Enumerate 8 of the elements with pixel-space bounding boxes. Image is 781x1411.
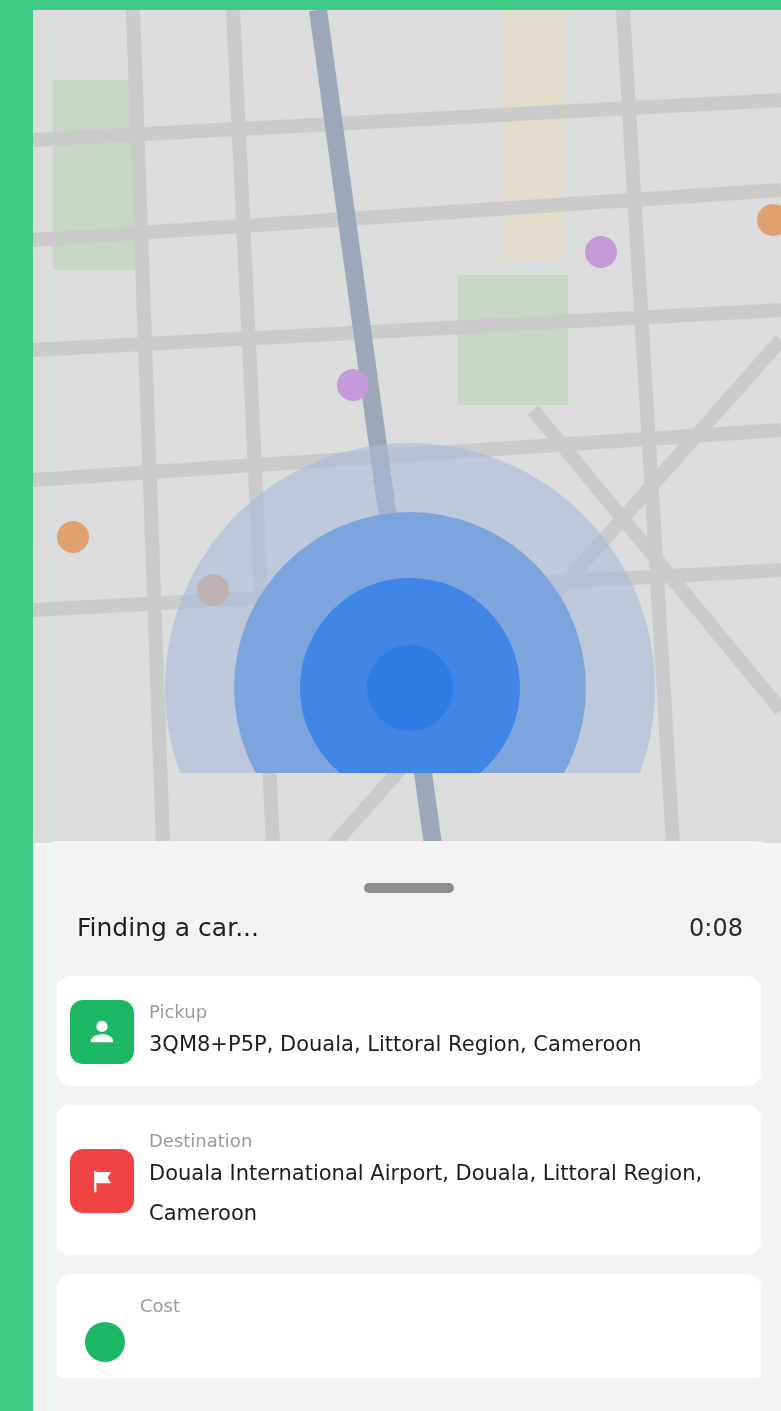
- location-label: Pickup: [149, 1000, 209, 1024]
- location-address: Douala International Airport, Douala, Littoral Region, Cameroon: [149, 1160, 704, 1227]
- location-address: 3QM8+P5P, Douala, Littoral Region, Cameroon: [149, 1031, 642, 1058]
- location-label: Destination: [149, 1129, 254, 1153]
- location-label: Cost: [140, 1294, 181, 1318]
- search-timer: 0:08: [689, 913, 743, 942]
- sheet-title: Finding a car...: [77, 913, 259, 942]
- drag-handle[interactable]: [364, 883, 454, 893]
